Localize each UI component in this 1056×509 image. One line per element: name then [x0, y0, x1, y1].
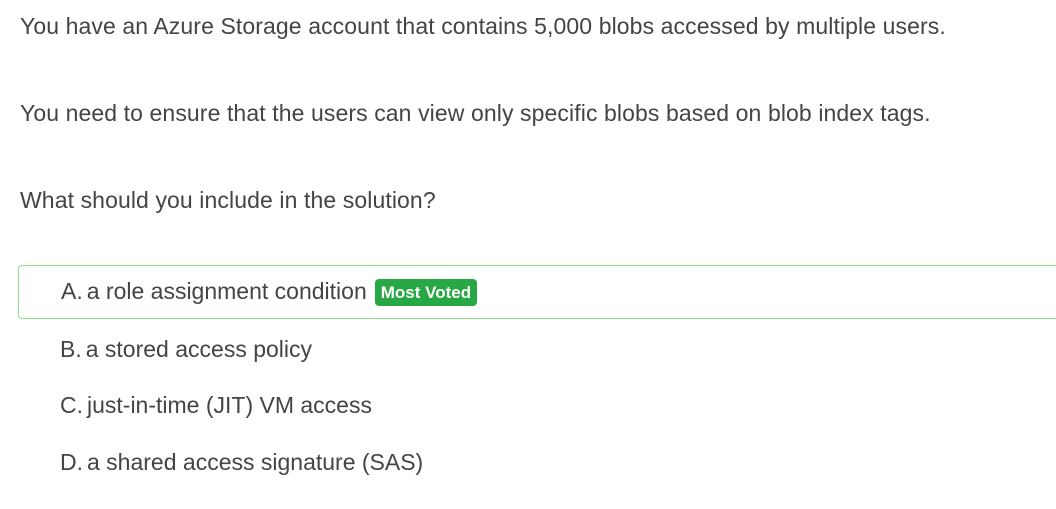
- choice-b-text-wrap: B. a stored access policy: [60, 335, 312, 363]
- choice-a-letter: A.: [61, 278, 83, 304]
- question-line-2: You need to ensure that the users can vi…: [20, 100, 931, 126]
- choice-a[interactable]: A. a role assignment condition Most Voted: [18, 265, 1056, 319]
- choice-c-letter: C.: [60, 392, 83, 418]
- most-voted-badge: Most Voted: [374, 279, 478, 306]
- choice-c-text-wrap: C. just-in-time (JIT) VM access: [60, 391, 372, 419]
- choice-a-text-wrap: A. a role assignment condition Most Voted: [61, 277, 478, 306]
- choice-b-letter: B.: [60, 336, 82, 362]
- choice-d-label: a shared access signature (SAS): [87, 449, 424, 475]
- choice-d-text-wrap: D. a shared access signature (SAS): [60, 448, 423, 476]
- question-line-1: You have an Azure Storage account that c…: [20, 13, 946, 39]
- question-line-3: What should you include in the solution?: [20, 187, 436, 213]
- choice-d[interactable]: D. a shared access signature (SAS): [18, 436, 1056, 490]
- choice-c[interactable]: C. just-in-time (JIT) VM access: [18, 379, 1056, 433]
- choice-b-label: a stored access policy: [85, 336, 313, 362]
- choice-a-label: a role assignment condition: [86, 278, 367, 304]
- choice-d-letter: D.: [60, 449, 83, 475]
- choice-c-label: just-in-time (JIT) VM access: [87, 392, 372, 418]
- choice-b[interactable]: B. a stored access policy: [18, 323, 1056, 377]
